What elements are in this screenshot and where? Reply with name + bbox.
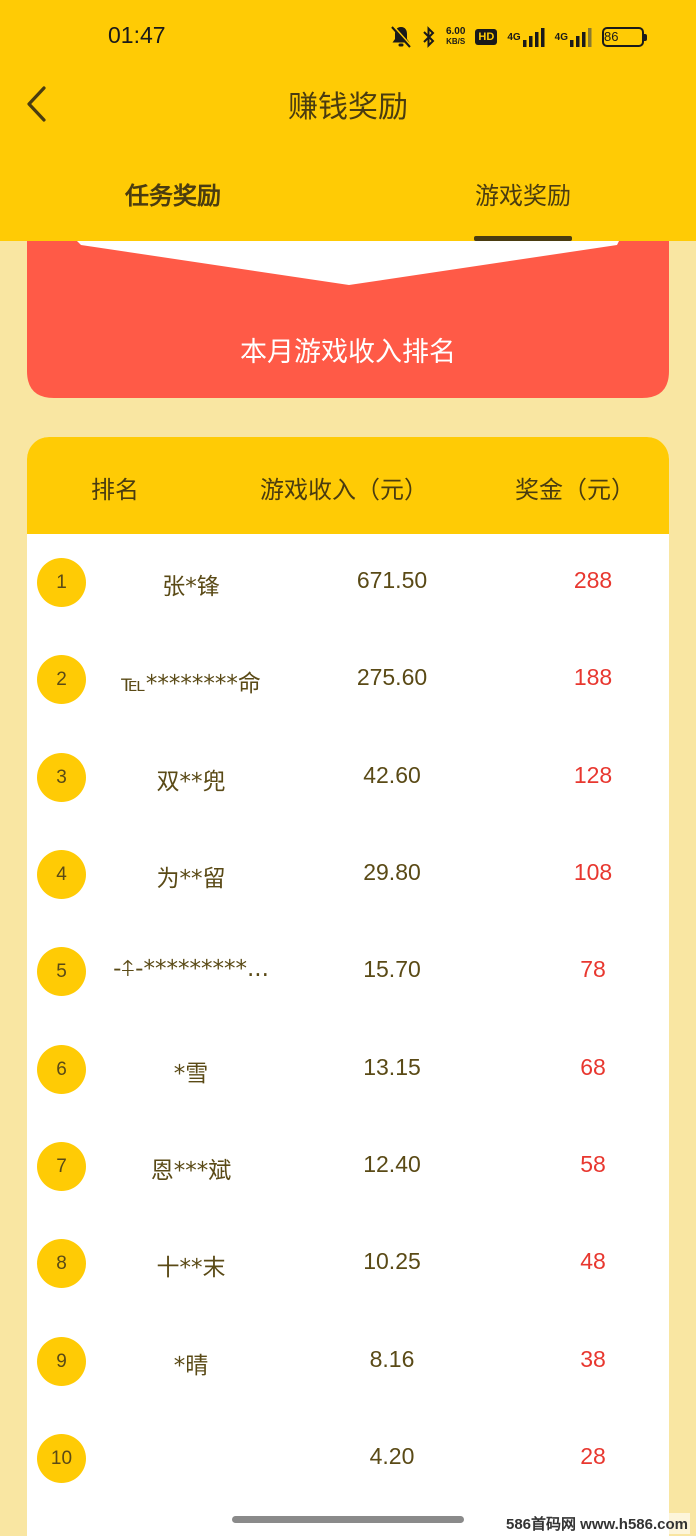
table-row: 8 十**末 10.25 48	[27, 1215, 669, 1312]
table-header: 排名 游戏收入（元） 奖金（元）	[27, 437, 669, 534]
table-row: 9 *晴 8.16 38	[27, 1313, 669, 1410]
bonus-amount: 128	[573, 762, 613, 788]
app-header: 01:47 6.00 KB/S HD 4G 4G 86 赚钱奖励 任务奖励 游戏…	[0, 0, 696, 241]
rank-badge: 3	[37, 753, 86, 802]
bonus-amount: 48	[580, 1248, 606, 1274]
rank-badge: 9	[37, 1337, 86, 1386]
bonus-amount: 58	[580, 1151, 606, 1177]
hd-badge: HD	[475, 29, 498, 45]
player-name: 为**留	[156, 866, 226, 892]
game-income: 275.60	[356, 664, 428, 690]
battery-indicator: 86	[602, 27, 647, 47]
ranking-banner	[27, 241, 669, 398]
bonus-amount: 68	[580, 1054, 606, 1080]
player-name: 双**兜	[156, 769, 226, 795]
status-time: 01:47	[108, 22, 166, 48]
rank-badge: 6	[37, 1045, 86, 1094]
page-title: 赚钱奖励	[288, 90, 408, 125]
status-icons: 6.00 KB/S HD 4G 4G 86	[390, 24, 647, 50]
bonus-amount: 28	[580, 1443, 606, 1469]
player-name: 恩***斌	[150, 1158, 232, 1184]
table-row: 7 恩***斌 12.40 58	[27, 1118, 669, 1215]
table-row: 6 *雪 13.15 68	[27, 1021, 669, 1118]
watermark: 586首码网 www.h586.com	[503, 1513, 690, 1534]
player-name: -⍏-*********...	[113, 956, 269, 982]
table-row: 3 双**兜 42.60 128	[27, 729, 669, 826]
signal-icon-2: 4G	[555, 27, 592, 47]
rank-badge: 4	[37, 850, 86, 899]
rank-badge: 2	[37, 655, 86, 704]
table-row: 5 -⍏-*********... 15.70 78	[27, 923, 669, 1020]
player-name: ℡********命	[121, 671, 261, 697]
ranking-table: 排名 游戏收入（元） 奖金（元） 1 张*锋 671.50 288 2 ℡***…	[27, 437, 669, 1536]
bonus-amount: 188	[573, 664, 613, 690]
bonus-amount: 108	[573, 859, 613, 885]
table-row: 10 4.20 28	[27, 1410, 669, 1507]
banner-title: 本月游戏收入排名	[240, 337, 456, 368]
tab-game-rewards[interactable]: 游戏奖励	[466, 176, 580, 211]
column-header-bonus: 奖金（元）	[515, 476, 635, 504]
game-income: 12.40	[363, 1151, 421, 1177]
table-row: 2 ℡********命 275.60 188	[27, 631, 669, 728]
game-income: 29.80	[363, 859, 421, 885]
table-row: 1 张*锋 671.50 288	[27, 534, 669, 631]
game-income: 10.25	[363, 1248, 421, 1274]
game-income: 13.15	[363, 1054, 421, 1080]
bluetooth-icon	[422, 26, 436, 48]
rank-badge: 5	[37, 947, 86, 996]
player-name: 十**末	[156, 1255, 226, 1281]
tab-task-rewards[interactable]: 任务奖励	[112, 176, 234, 211]
game-income: 8.16	[369, 1346, 415, 1372]
column-header-income: 游戏收入（元）	[260, 476, 428, 504]
rank-badge: 1	[37, 558, 86, 607]
game-income: 42.60	[363, 762, 421, 788]
home-indicator[interactable]	[232, 1516, 464, 1523]
bonus-amount: 288	[573, 567, 613, 593]
signal-icon: 4G	[507, 27, 545, 47]
rank-badge: 10	[37, 1434, 86, 1483]
net-speed: 6.00 KB/S	[445, 26, 466, 47]
player-name: *雪	[173, 1061, 209, 1087]
table-row: 4 为**留 29.80 108	[27, 826, 669, 923]
player-name: *晴	[173, 1353, 209, 1379]
bell-off-icon	[390, 25, 412, 49]
rank-badge: 7	[37, 1142, 86, 1191]
column-header-rank: 排名	[91, 476, 139, 504]
rank-badge: 8	[37, 1239, 86, 1288]
game-income: 15.70	[363, 956, 421, 982]
bonus-amount: 78	[580, 956, 606, 982]
game-income: 4.20	[369, 1443, 415, 1469]
status-bar: 01:47 6.00 KB/S HD 4G 4G 86	[0, 0, 696, 75]
game-income: 671.50	[356, 567, 428, 593]
player-name: 张*锋	[162, 574, 220, 600]
bonus-amount: 38	[580, 1346, 606, 1372]
